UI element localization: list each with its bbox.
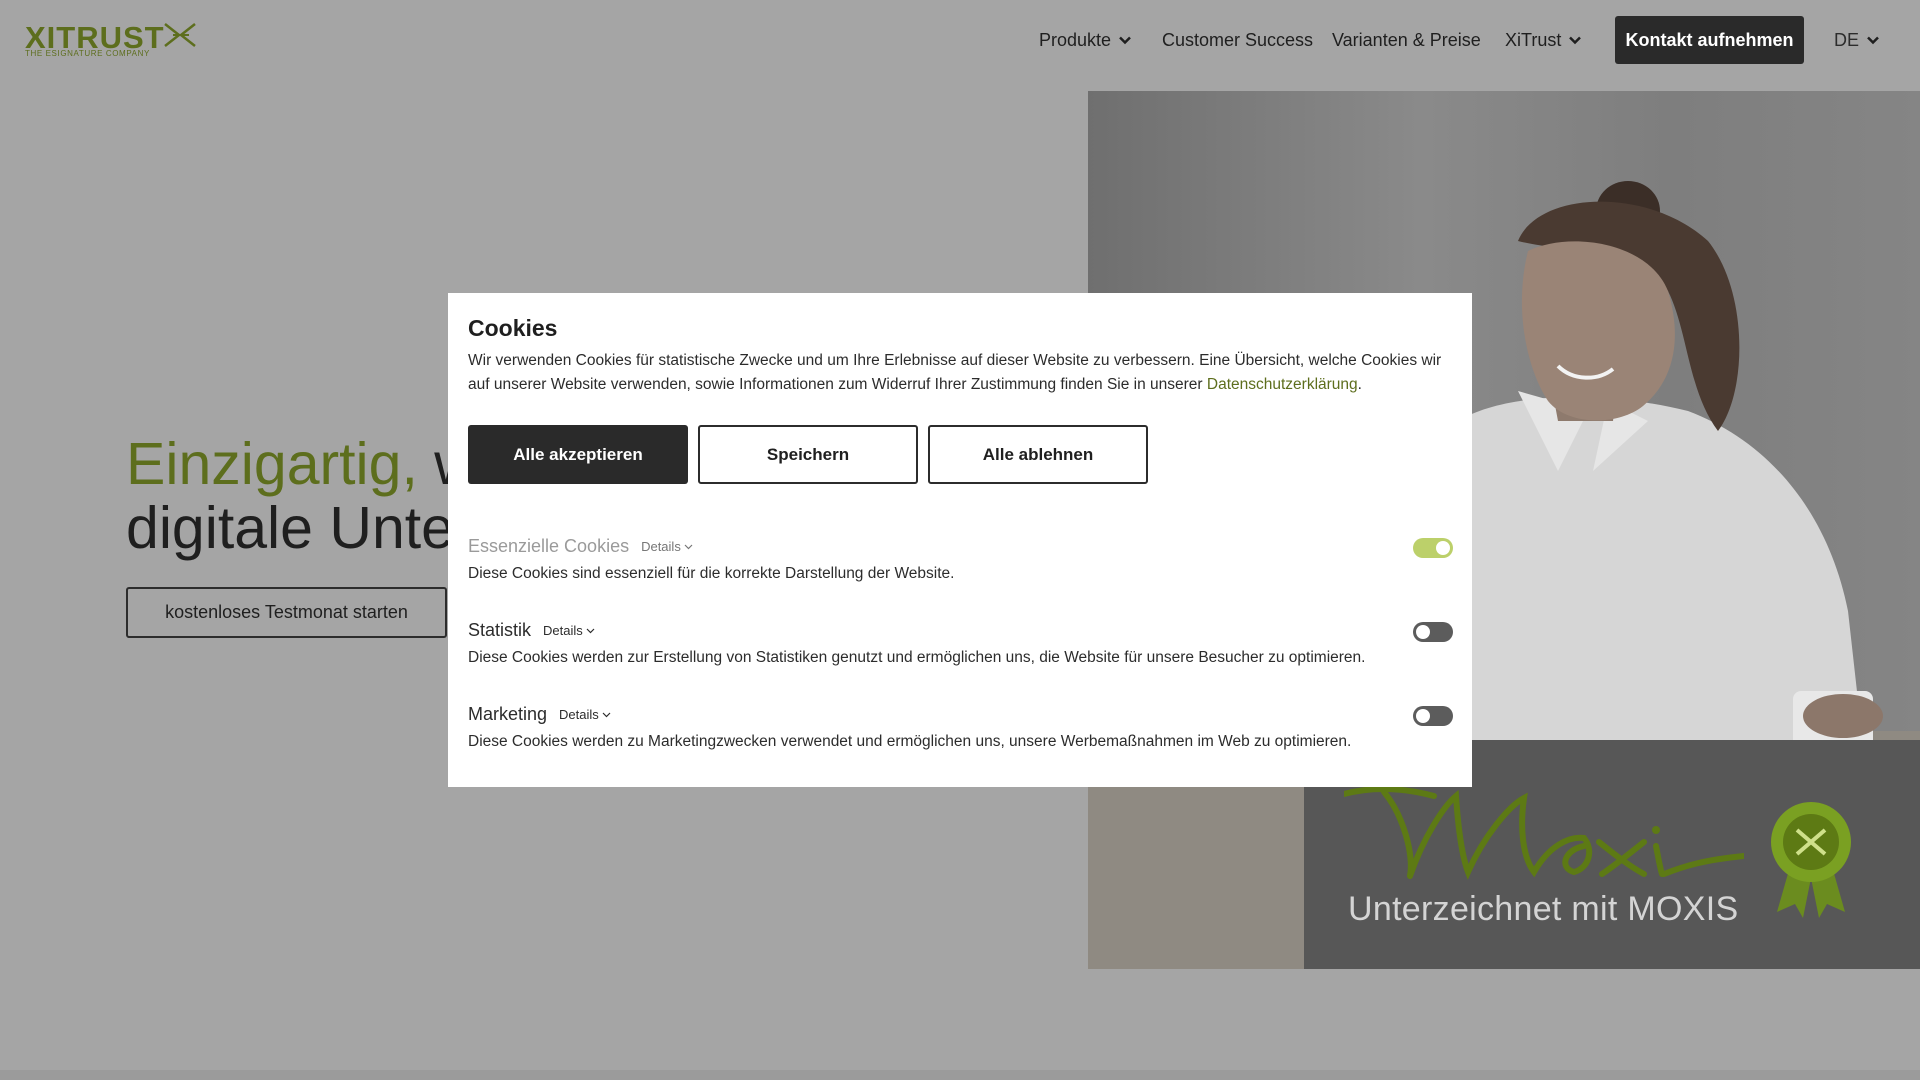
chevron-down-icon	[1867, 36, 1879, 44]
cookie-category-marketing: Marketing Details Diese Cookies werden z…	[468, 704, 1453, 751]
cookie-category-description: Diese Cookies sind essenziell für die ko…	[468, 565, 955, 582]
cookie-category-statistics: Statistik Details Diese Cookies werden z…	[468, 620, 1453, 667]
cookie-intro-end: .	[1357, 376, 1362, 393]
cookie-category-description: Diese Cookies werden zur Erstellung von …	[468, 649, 1366, 666]
xitrust-logo[interactable]: XITRUST THE ESIGNATURE COMPANY	[25, 22, 197, 58]
language-label: DE	[1834, 29, 1860, 50]
language-selector[interactable]: DE	[1834, 16, 1879, 64]
chevron-down-icon	[586, 628, 595, 633]
chevron-down-icon	[684, 544, 693, 549]
nav-xitrust-label: XiTrust	[1505, 29, 1562, 50]
details-toggle[interactable]: Details	[641, 539, 693, 554]
details-toggle[interactable]: Details	[559, 707, 611, 722]
privacy-policy-link[interactable]: Datenschutzerklärung	[1207, 376, 1358, 393]
nav-produkte[interactable]: Produkte	[1039, 16, 1131, 64]
footer-strip	[0, 1070, 1920, 1080]
details-label: Details	[543, 623, 583, 638]
logo-x-icon	[164, 23, 196, 47]
nav-varianten-preise-label: Varianten & Preise	[1332, 29, 1481, 50]
cookie-dialog-title: Cookies	[468, 315, 558, 341]
reject-all-button[interactable]: Alle ablehnen	[928, 425, 1148, 484]
moxis-signature-image	[1344, 785, 1744, 880]
cookie-category-title: Essenzielle Cookies	[468, 536, 630, 556]
moxis-caption: Unterzeichnet mit MOXIS	[1348, 890, 1739, 928]
contact-button[interactable]: Kontakt aufnehmen	[1615, 16, 1804, 64]
chevron-down-icon	[1569, 36, 1582, 44]
seal-badge-icon	[1771, 802, 1851, 918]
essential-cookies-toggle	[1413, 538, 1453, 558]
nav-customer-success[interactable]: Customer Success	[1162, 16, 1313, 64]
cookie-dialog-text: Wir verwenden Cookies für statistische Z…	[468, 349, 1453, 397]
hero-title: Einzigartig, w digitale Unte	[126, 432, 477, 560]
details-label: Details	[559, 707, 599, 722]
cookie-dialog: Cookies Wir verwenden Cookies für statis…	[448, 293, 1472, 787]
details-label: Details	[641, 539, 681, 554]
cookie-category-description: Diese Cookies werden zu Marketingzwecken…	[468, 733, 1352, 750]
statistics-cookies-toggle[interactable]	[1413, 622, 1453, 642]
logo-tagline: THE ESIGNATURE COMPANY	[25, 49, 150, 58]
nav-customer-success-label: Customer Success	[1162, 29, 1314, 50]
trial-button[interactable]: kostenloses Testmonat starten	[126, 587, 447, 638]
cookie-category-title: Marketing	[468, 704, 548, 724]
cookie-category-title: Statistik	[468, 620, 532, 640]
marketing-cookies-toggle[interactable]	[1413, 706, 1453, 726]
chevron-down-icon	[602, 712, 611, 717]
nav-varianten-preise[interactable]: Varianten & Preise	[1332, 16, 1481, 64]
cookie-category-essential: Essenzielle Cookies Details Diese Cookie…	[468, 536, 1453, 583]
nav-produkte-label: Produkte	[1039, 29, 1112, 50]
accept-all-button[interactable]: Alle akzeptieren	[468, 425, 688, 484]
site-header: XITRUST THE ESIGNATURE COMPANY Produkte …	[0, 0, 1920, 80]
chevron-down-icon	[1119, 36, 1131, 44]
nav-xitrust[interactable]: XiTrust	[1505, 16, 1582, 64]
save-button[interactable]: Speichern	[698, 425, 918, 484]
hero-title-accent: Einzigartig,	[126, 431, 418, 497]
hero-title-line2: digitale Unte	[126, 495, 454, 561]
details-toggle[interactable]: Details	[543, 623, 595, 638]
